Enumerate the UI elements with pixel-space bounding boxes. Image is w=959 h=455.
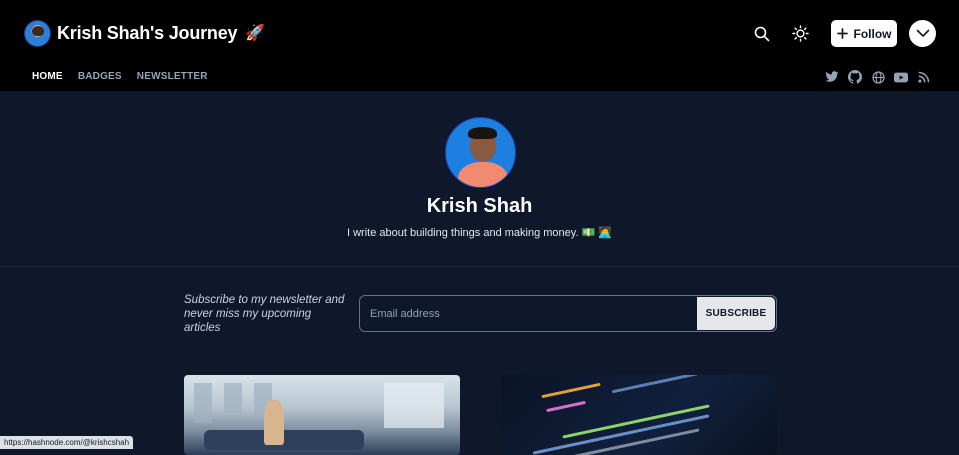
rocket-icon: 🚀 xyxy=(245,25,266,42)
site-header: Krish Shah's Journey 🚀 Follow HOME BADGE… xyxy=(0,0,959,91)
newsletter-form: SUBSCRIBE xyxy=(359,295,777,332)
author-name: Krish Shah xyxy=(426,195,533,217)
nav-home[interactable]: HOME xyxy=(32,71,63,82)
author-avatar[interactable] xyxy=(445,117,516,188)
follow-label: Follow xyxy=(853,26,892,41)
profile-menu-button[interactable] xyxy=(909,20,936,47)
github-icon[interactable] xyxy=(848,70,862,84)
follow-button[interactable]: Follow xyxy=(831,20,897,47)
nav-badges[interactable]: BADGES xyxy=(78,71,122,82)
email-input[interactable] xyxy=(370,304,690,324)
chevron-down-icon xyxy=(916,29,929,37)
blog-nav: HOME BADGES NEWSLETTER xyxy=(32,71,208,82)
youtube-icon[interactable] xyxy=(894,70,908,84)
article-card-cover[interactable] xyxy=(184,375,460,455)
globe-icon[interactable] xyxy=(871,70,885,84)
twitter-icon[interactable] xyxy=(825,70,839,84)
search-button[interactable] xyxy=(749,21,775,47)
blog-brand[interactable]: Krish Shah's Journey 🚀 xyxy=(24,19,265,47)
newsletter-section: Subscribe to my newsletter and never mis… xyxy=(0,268,959,368)
search-icon xyxy=(754,26,770,41)
newsletter-prompt: Subscribe to my newsletter and never mis… xyxy=(184,294,345,334)
author-avatar-small xyxy=(24,19,51,47)
status-bar-url: https://hashnode.com/@krishcshah xyxy=(0,436,134,449)
plus-icon xyxy=(836,28,848,39)
author-profile: Krish Shah I write about building things… xyxy=(0,91,959,267)
author-bio: I write about building things and making… xyxy=(346,227,613,239)
theme-toggle-button[interactable] xyxy=(787,21,813,47)
subscribe-button[interactable]: SUBSCRIBE xyxy=(697,297,775,330)
blog-title: Krish Shah's Journey xyxy=(57,22,238,43)
article-card-cover[interactable] xyxy=(501,375,777,455)
sun-icon xyxy=(791,25,809,42)
nav-newsletter[interactable]: NEWSLETTER xyxy=(137,71,208,82)
header-actions: Follow xyxy=(749,20,936,47)
social-links xyxy=(825,70,931,84)
rss-icon[interactable] xyxy=(917,70,931,84)
